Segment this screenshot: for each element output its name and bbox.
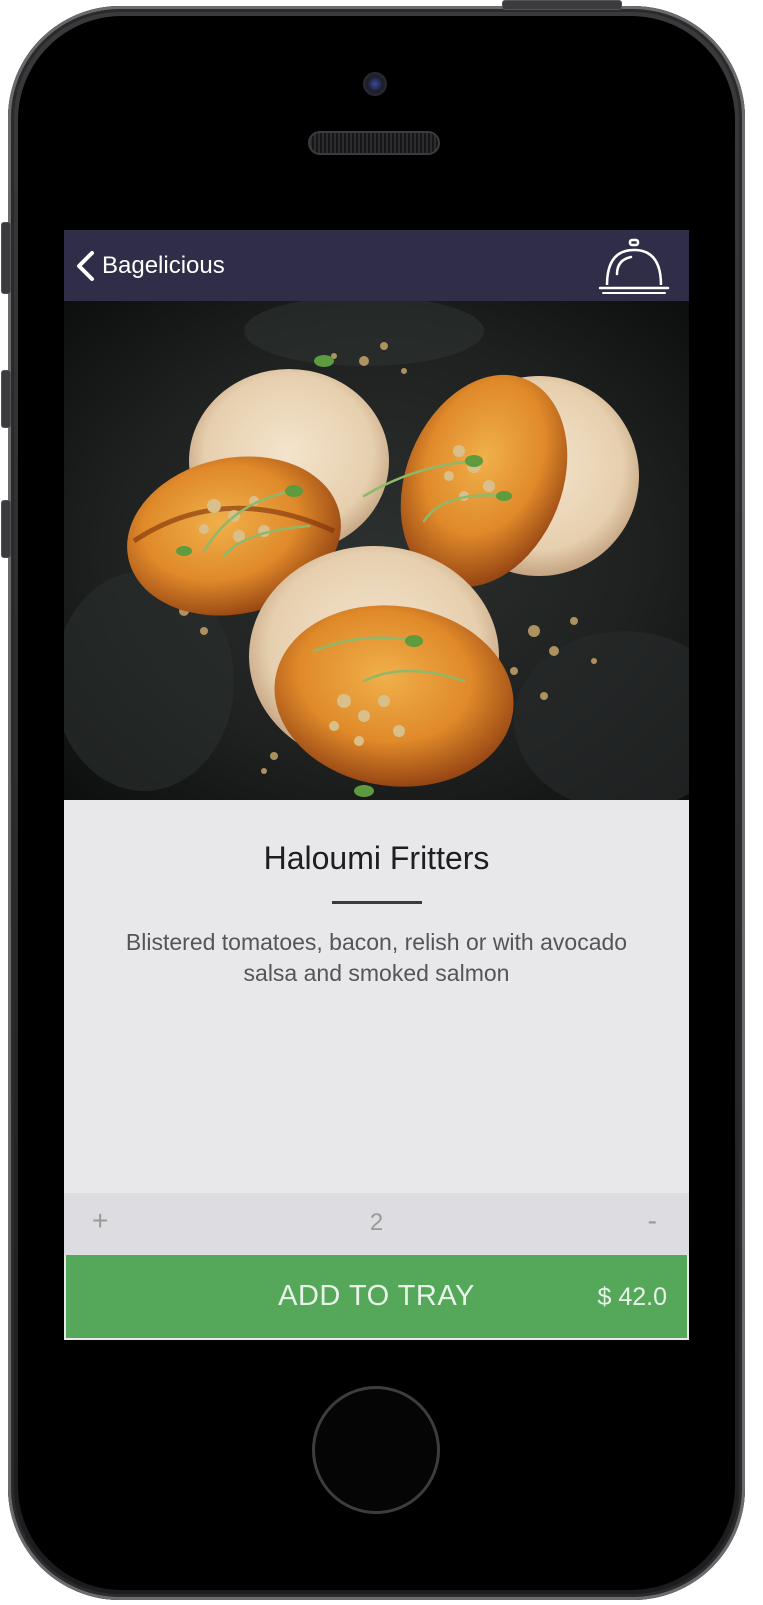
app-screen: Bagelicious Haloumi Fritters Blistered t… (64, 230, 689, 1340)
service-bell-icon[interactable] (597, 236, 671, 296)
back-label: Bagelicious (102, 252, 225, 279)
decrement-button[interactable]: - (648, 1205, 657, 1237)
silent-switch (1, 222, 11, 294)
item-title: Haloumi Fritters (263, 840, 490, 876)
add-to-tray-label: ADD TO TRAY (278, 1280, 475, 1312)
item-description: Blistered tomatoes, bacon, relish or wit… (125, 929, 628, 986)
front-camera (363, 72, 387, 96)
volume-up-button (1, 370, 11, 428)
haloumi-fritters-photo (64, 301, 689, 800)
volume-down-button (1, 500, 11, 558)
chevron-left-icon (77, 251, 94, 281)
title-divider (332, 901, 422, 904)
quantity-value: 2 (369, 1209, 384, 1236)
quantity-stepper: + 2 - (64, 1193, 689, 1255)
food-photo (64, 301, 689, 800)
earpiece-speaker (308, 131, 440, 155)
add-to-tray-button[interactable]: ADD TO TRAY $ 42.0 (66, 1255, 687, 1338)
home-button[interactable] (312, 1386, 440, 1514)
total-price: $ 42.0 (597, 1283, 667, 1311)
navigation-bar: Bagelicious (64, 230, 689, 301)
power-button (502, 0, 622, 10)
item-details: Haloumi Fritters Blistered tomatoes, bac… (64, 800, 689, 1193)
back-button[interactable]: Bagelicious (72, 246, 225, 286)
